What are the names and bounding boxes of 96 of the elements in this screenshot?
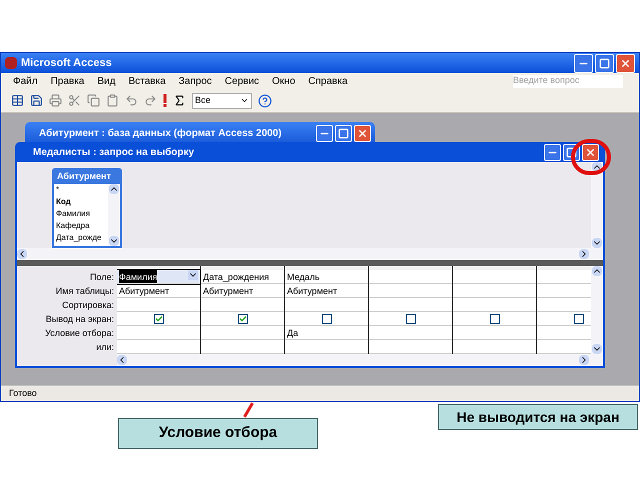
menu-item[interactable]: Правка: [50, 74, 84, 88]
close-button[interactable]: [354, 124, 371, 142]
maximize-icon: [566, 146, 577, 158]
criteria-cell[interactable]: [201, 326, 284, 340]
criteria-cell[interactable]: [453, 326, 536, 340]
paste-icon[interactable]: [106, 94, 119, 107]
menu-item[interactable]: Сервис: [224, 74, 260, 88]
show-checkbox[interactable]: [406, 314, 416, 324]
field-cell[interactable]: [369, 270, 452, 284]
criteria-cell[interactable]: [117, 326, 200, 340]
callout-text: Не выводится на экран: [456, 408, 620, 427]
minimize-button[interactable]: [574, 54, 593, 72]
or-cell[interactable]: [369, 340, 452, 354]
field-cell[interactable]: [453, 270, 536, 284]
row-label: Вывод на экран:: [46, 314, 114, 324]
callout-text: Условие отбора: [158, 423, 278, 444]
close-icon: [585, 146, 596, 158]
menu-item[interactable]: Вид: [97, 74, 116, 88]
show-checkbox[interactable]: [574, 314, 584, 324]
scissors-icon[interactable]: [68, 94, 81, 107]
field-name[interactable]: Фамилия: [56, 208, 108, 220]
menu-item[interactable]: Справка: [308, 74, 348, 88]
menu-item[interactable]: Запрос: [178, 74, 212, 88]
close-icon: [620, 58, 631, 68]
table-cell: Абитурмент: [201, 284, 284, 298]
check-icon: [238, 314, 246, 322]
printer-icon[interactable]: [49, 94, 62, 107]
sort-cell[interactable]: [369, 298, 452, 312]
app-icon: [5, 57, 17, 69]
table-cell: Абитурмент: [285, 284, 368, 298]
show-checkbox[interactable]: [322, 314, 332, 324]
show-checkbox[interactable]: [238, 314, 248, 324]
menu-item[interactable]: Файл: [13, 74, 38, 88]
copy-icon[interactable]: [87, 94, 100, 107]
sigma-icon[interactable]: [173, 94, 186, 107]
minimize-button[interactable]: [544, 144, 561, 161]
show-checkbox[interactable]: [154, 314, 164, 324]
table-box-title: Абитурмент: [56, 170, 112, 184]
menu-item[interactable]: Окно: [272, 74, 296, 88]
query-type-dropdown[interactable]: Все: [192, 92, 252, 108]
help-icon[interactable]: [258, 94, 272, 108]
check-icon: [154, 314, 162, 322]
row-label: Условие отбора:: [45, 328, 114, 338]
sort-cell[interactable]: [201, 298, 284, 312]
database-window-title: Абитурмент : база данных (формат Access 2000): [38, 126, 283, 140]
maximize-button[interactable]: [595, 54, 614, 72]
show-checkbox[interactable]: [490, 314, 500, 324]
sort-cell[interactable]: [117, 298, 200, 312]
dropdown-icon: [240, 96, 249, 105]
field-cell[interactable]: Дата_рождения: [201, 270, 284, 284]
help-field[interactable]: Введите вопрос: [513, 74, 623, 88]
status-text: Готово: [9, 388, 37, 398]
field-name[interactable]: Дата_рожде: [56, 232, 108, 244]
or-cell[interactable]: [201, 340, 284, 354]
scroll-down-icon: [592, 344, 602, 354]
close-button[interactable]: [616, 54, 635, 72]
maximize-icon: [599, 58, 610, 68]
criteria-cell[interactable]: Да: [285, 326, 368, 340]
scroll-right-icon: [579, 355, 589, 365]
field-cell[interactable]: Фамилия: [117, 270, 200, 284]
run-icon[interactable]: [163, 94, 167, 107]
row-label: Поле:: [90, 272, 114, 282]
undo-icon[interactable]: [125, 94, 138, 107]
minimize-button[interactable]: [316, 124, 333, 142]
window-title: Microsoft Access: [21, 56, 113, 71]
field-cell[interactable]: Медаль: [285, 270, 368, 284]
sort-cell[interactable]: [285, 298, 368, 312]
or-cell[interactable]: [453, 340, 536, 354]
save-icon[interactable]: [30, 94, 43, 107]
scroll-down-icon: [109, 236, 119, 246]
or-cell[interactable]: [285, 340, 368, 354]
close-button[interactable]: [582, 144, 599, 161]
query-window-title: Медалисты : запрос на выборку: [32, 146, 196, 160]
row-label: Имя таблицы:: [56, 286, 114, 296]
maximize-icon: [338, 128, 349, 138]
or-cell[interactable]: [117, 340, 200, 354]
row-label: Сортировка:: [62, 300, 114, 310]
maximize-button[interactable]: [335, 124, 352, 142]
field-name[interactable]: Код: [56, 196, 108, 208]
scroll-right-icon: [579, 249, 589, 260]
scroll-left-icon: [17, 249, 27, 260]
scroll-left-icon: [117, 355, 127, 365]
table-cell: Абитурмент: [117, 284, 200, 298]
scroll-up-icon: [109, 184, 119, 194]
redo-icon[interactable]: [144, 94, 157, 107]
field-name[interactable]: *: [56, 184, 108, 196]
dropdown-icon: [188, 270, 198, 280]
table-icon[interactable]: [11, 94, 24, 107]
criteria-cell[interactable]: [369, 326, 452, 340]
sort-cell[interactable]: [453, 298, 536, 312]
menu-item[interactable]: Вставка: [128, 74, 166, 88]
close-icon: [357, 128, 368, 138]
scroll-down-icon: [592, 238, 602, 248]
field-name[interactable]: Кафедра: [56, 220, 108, 232]
row-label: или:: [96, 342, 114, 352]
scroll-up-icon: [592, 266, 602, 276]
